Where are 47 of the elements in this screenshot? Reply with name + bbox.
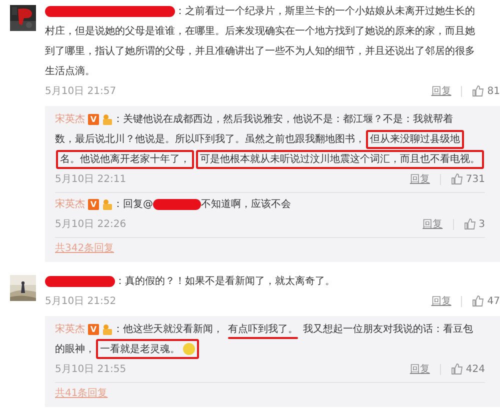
reply-link[interactable]: 回复 bbox=[410, 362, 430, 376]
author-name: 宋英杰 bbox=[55, 199, 85, 210]
comment-text: 数，最后说北川？他说是。所以吓到我了。虽然之前也跟我翻地图书， bbox=[55, 134, 365, 145]
author-name: 宋英杰 bbox=[55, 114, 85, 125]
comment-text: 村庄，但是说她的父母是谁谁，在哪里。后来发现确实在一个地方找到了她说的原来的家，而且她 bbox=[45, 26, 475, 37]
comment-text: 到了哪里，指认了她所谓的父母，并且准确讲出了一些不为人知的细节，并且还说出了邻居的很多 bbox=[45, 46, 475, 57]
thumbs-up-icon bbox=[472, 295, 484, 307]
comment-text: 但从来没聊过县级地 bbox=[370, 134, 460, 145]
comment-text: ：关键他说在成都西边，然后我说雅安，他说不是：都江堰？不是：我就帮着 bbox=[113, 114, 453, 125]
reply-link[interactable]: 回复 bbox=[410, 172, 430, 186]
like-button[interactable]: 81 bbox=[472, 84, 500, 98]
verified-badge: V bbox=[88, 198, 99, 210]
more-replies-link[interactable]: 共41条回复 bbox=[55, 383, 485, 405]
timestamp: 5月10日 22:26 bbox=[55, 218, 128, 232]
reply-link[interactable]: 回复 bbox=[431, 84, 452, 98]
comment-text: 不知道啊，应该不会 bbox=[201, 199, 291, 210]
comment-text: 名。他说他离开老家十年了， bbox=[60, 154, 190, 165]
comment-text: ：回复@ bbox=[113, 199, 153, 210]
more-replies-link[interactable]: 共342条回复 bbox=[55, 238, 485, 260]
comment-text: ：之前看过一个纪录片，斯里兰卡的一个小姑娘从未离开过她生长的 bbox=[175, 6, 475, 17]
comment-text: 有点吓到我了。 bbox=[228, 324, 298, 335]
timestamp: 5月10日 21:57 bbox=[45, 84, 118, 98]
reply-link[interactable]: 回复 bbox=[422, 216, 443, 232]
comment-text: 生活点滴。 bbox=[45, 66, 95, 77]
timestamp: 5月10日 22:11 bbox=[55, 172, 128, 186]
like-button[interactable]: 47 bbox=[472, 294, 500, 308]
verified-badge: V bbox=[88, 114, 99, 125]
reply-link[interactable]: 回复 bbox=[431, 294, 452, 308]
timestamp: 5月10日 21:52 bbox=[45, 294, 118, 308]
comment-text: 一看就是老灵魂。 bbox=[100, 344, 180, 355]
like-button[interactable]: 731 bbox=[450, 172, 485, 186]
redaction-mark bbox=[153, 198, 201, 210]
verified-badge: V bbox=[88, 324, 99, 335]
like-button[interactable]: 424 bbox=[450, 362, 485, 376]
thumbs-up-icon bbox=[464, 218, 476, 230]
emoji-icon bbox=[183, 343, 195, 356]
thumbs-up-icon bbox=[472, 85, 484, 97]
comment-text: 可是他根本就从未听说过汶川地震这个词汇，而且也不看电视。 bbox=[200, 154, 480, 165]
thumbs-up-icon bbox=[450, 173, 463, 185]
timestamp: 5月10日 21:55 bbox=[55, 362, 128, 376]
comment-text: 我又想起一位朋友对我说的话：看豆包 bbox=[303, 324, 473, 335]
like-button[interactable]: 3 bbox=[464, 216, 485, 232]
author-name: 宋英杰 bbox=[55, 324, 85, 335]
comment-text: 的眼神， bbox=[55, 344, 95, 355]
thumbs-up-icon bbox=[450, 363, 463, 375]
comment-text: ：真的假的？！如果不是看新闻了，就太离奇了。 bbox=[115, 276, 335, 287]
comment-text: ：他这些天就没看新闻， bbox=[113, 324, 223, 335]
